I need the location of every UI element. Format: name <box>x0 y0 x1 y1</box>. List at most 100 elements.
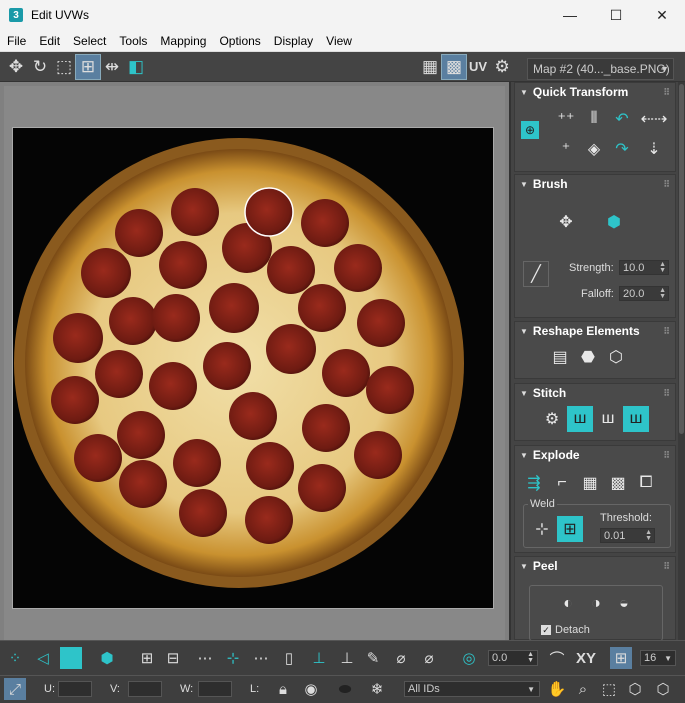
straighten-icon[interactable]: ▤ <box>547 344 573 370</box>
menu-view[interactable]: View <box>319 34 358 48</box>
paint-grow-icon[interactable]: ⌀ <box>390 647 412 669</box>
show-map-icon[interactable]: ▩ <box>441 53 467 80</box>
rollout-header[interactable]: ▼ Stitch ⠿ <box>515 384 675 402</box>
grid-snap-icon[interactable]: ⊞ <box>610 647 632 669</box>
grow-selection-icon[interactable]: ⊞ <box>136 647 158 669</box>
uv-texture-map[interactable] <box>12 127 494 609</box>
zoom-selected-icon[interactable]: ⬡ <box>652 678 674 700</box>
menu-select[interactable]: Select <box>66 34 112 48</box>
rollout-header[interactable]: ▼ Brush ⠿ <box>515 175 675 193</box>
mirror-icon[interactable]: ⇹ <box>100 55 124 79</box>
align-h-arrows-icon[interactable]: ⇠⇢ <box>641 106 668 132</box>
move-icon[interactable]: ✥ <box>4 55 28 79</box>
align-center-icon[interactable]: ⊕ <box>521 121 539 139</box>
rollout-header[interactable]: ▼ Reshape Elements ⠿ <box>515 322 675 340</box>
transform-mode-icon[interactable]: ⤢ <box>4 678 26 700</box>
relax-icon[interactable]: ⬣ <box>575 344 601 370</box>
flip-icon[interactable]: ◧ <box>124 55 148 79</box>
close-button[interactable]: ✕ <box>639 0 685 30</box>
menu-options[interactable]: Options <box>212 34 266 48</box>
v-field[interactable] <box>128 681 162 697</box>
freeform-icon[interactable]: ⊞ <box>75 53 101 80</box>
falloff-spinner[interactable]: 20.0 ▲ ▼ <box>619 286 669 301</box>
paint-move-icon[interactable]: ✥ <box>553 209 579 235</box>
paint-shrink-icon[interactable]: ⌀ <box>418 647 440 669</box>
menu-mapping[interactable]: Mapping <box>153 34 212 48</box>
strength-spinner[interactable]: 10.0 ▲ ▼ <box>619 260 669 275</box>
detach-checkbox[interactable]: ✓ Detach <box>541 624 590 636</box>
ring-icon[interactable]: ⊹ <box>222 647 244 669</box>
rotate-icon[interactable]: ↻ <box>28 55 52 79</box>
menu-display[interactable]: Display <box>267 34 319 48</box>
pin-icon[interactable]: ⊥ <box>308 647 330 669</box>
peel-mode-icon[interactable]: ◑ <box>583 591 609 617</box>
rotate-ccw-icon[interactable]: ↶ <box>609 106 635 132</box>
checker-split-icon[interactable]: ▩ <box>605 470 631 496</box>
collapse-icon: ▼ <box>520 179 528 189</box>
select-vertex-icon[interactable]: ⁘ <box>4 647 26 669</box>
rollout-header[interactable]: ▼ Explode ⠿ <box>515 446 675 464</box>
rollout-header[interactable]: ▼ Quick Transform ⠿ <box>515 83 675 101</box>
stitch-average-icon[interactable]: ш <box>595 406 621 432</box>
checker-icon[interactable]: ▦ <box>418 55 442 79</box>
angle-spinner[interactable]: 0.0 ▲ ▼ <box>488 650 538 666</box>
eye-icon[interactable]: ◉ <box>300 678 322 700</box>
menu-edit[interactable]: Edit <box>32 34 66 48</box>
freeze-icon[interactable]: ❄ <box>366 678 388 700</box>
scrollbar-thumb[interactable] <box>679 84 684 434</box>
loop-icon[interactable]: ⋯ <box>194 647 216 669</box>
select-face-icon[interactable] <box>60 647 82 669</box>
quick-peel-icon[interactable]: ◐ <box>555 591 581 617</box>
xy-axis-button[interactable]: XY <box>572 647 600 669</box>
select-element-icon[interactable]: ⬢ <box>96 647 118 669</box>
align-grid-icon[interactable]: ◈ <box>581 136 607 162</box>
weld-selected-icon[interactable]: ⊹ <box>529 516 555 542</box>
menu-file[interactable]: File <box>0 34 32 48</box>
u-field[interactable] <box>58 681 92 697</box>
lock-icon[interactable]: 🔒︎ <box>272 678 294 700</box>
edge-loop-icon[interactable]: ⋯ <box>250 647 272 669</box>
select-edge-icon[interactable]: ◁ <box>32 647 54 669</box>
minimize-button[interactable]: — <box>547 0 593 30</box>
pan-hand-icon[interactable]: ✋ <box>546 678 568 700</box>
align-v-arrows-icon[interactable]: ⇣ <box>641 136 667 162</box>
unpin-icon[interactable]: ⊥ <box>336 647 358 669</box>
zoom-extents-icon[interactable]: ⬡ <box>624 678 646 700</box>
break-icon[interactable]: ⌐ <box>549 470 575 496</box>
flatten-icon[interactable]: ▦ <box>577 470 603 496</box>
w-field[interactable] <box>198 681 232 697</box>
map-select-dropdown[interactable]: Map #2 (40..._base.PNG) ▼ <box>527 58 674 80</box>
rectangle-icon[interactable]: ⬡ <box>603 344 629 370</box>
falloff-curve-icon[interactable]: ⌒ <box>546 647 568 669</box>
maximize-button[interactable]: ☐ <box>593 0 639 30</box>
space-vertical-icon[interactable]: ⦀ <box>581 106 607 132</box>
explode-icon[interactable]: ⇶ <box>521 470 547 496</box>
zoom-icon[interactable]: ⌕ <box>572 678 594 700</box>
align-horizontal-icon[interactable]: ⁺⁺ <box>553 106 579 132</box>
grid-size-select[interactable]: 16 ▼ <box>640 650 676 666</box>
rotate-cw-icon[interactable]: ↷ <box>609 136 635 162</box>
stitch-target-icon[interactable]: ш <box>567 406 593 432</box>
divider-icon[interactable]: ▯ <box>278 647 300 669</box>
material-id-select[interactable]: All IDs ▼ <box>404 681 540 697</box>
menu-tools[interactable]: Tools <box>112 34 153 48</box>
paint-select-icon[interactable]: ✎ <box>362 647 384 669</box>
threshold-spinner[interactable]: 0.01 ▲ ▼ <box>600 528 655 543</box>
relax-brush-icon[interactable]: ⬢ <box>601 209 627 235</box>
soft-select-icon[interactable]: ◎ <box>458 647 480 669</box>
map-settings-icon[interactable]: ⚙ <box>490 55 514 79</box>
zoom-region-icon[interactable]: ⬚ <box>598 678 620 700</box>
align-vertical-icon[interactable]: ⁺ <box>553 136 579 162</box>
shrink-selection-icon[interactable]: ⊟ <box>162 647 184 669</box>
reset-peel-icon[interactable]: ◒ <box>611 591 637 617</box>
panel-scrollbar[interactable] <box>678 82 685 640</box>
stitch-source-icon[interactable]: ш <box>623 406 649 432</box>
uv-axis-label[interactable]: UV <box>466 59 490 74</box>
hide-icon[interactable]: ⬬ <box>334 678 356 700</box>
falloff-curve-icon[interactable]: ╱ <box>523 261 549 287</box>
stitch-custom-icon[interactable]: ⚙ <box>539 406 565 432</box>
scale-icon[interactable]: ⬚ <box>52 55 76 79</box>
weld-target-icon[interactable]: ⊞ <box>557 516 583 542</box>
rollout-header[interactable]: ▼ Peel ⠿ <box>515 557 675 575</box>
detach-edge-icon[interactable]: ⧠ <box>633 470 659 496</box>
